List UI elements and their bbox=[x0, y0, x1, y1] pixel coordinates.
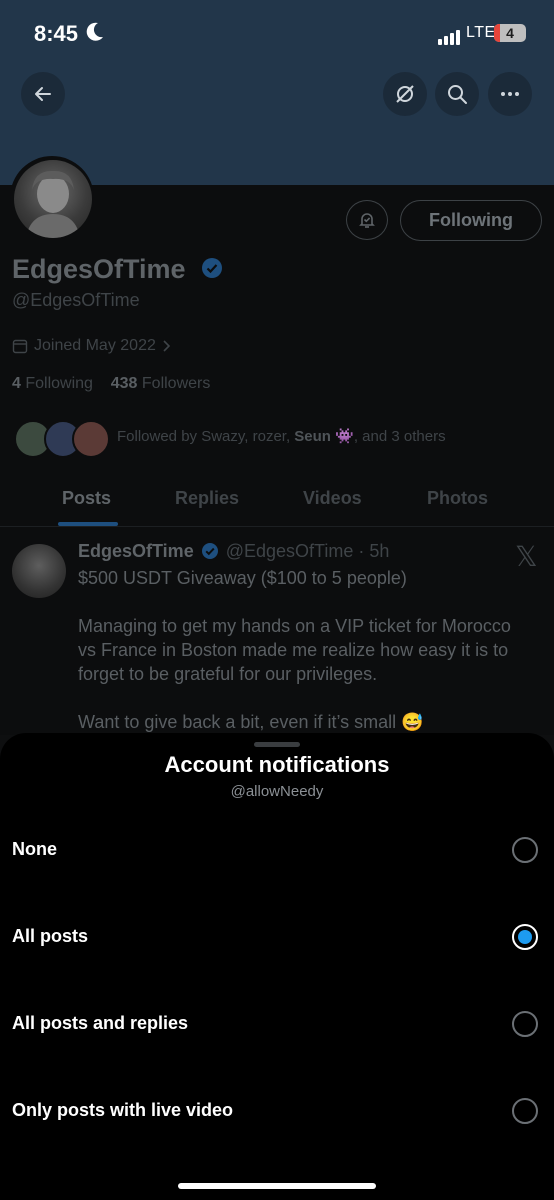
notifications-bell-button[interactable] bbox=[346, 200, 388, 240]
option-all-posts-radio[interactable] bbox=[512, 924, 538, 950]
profile-name: EdgesOfTime bbox=[12, 254, 186, 284]
option-none-radio[interactable] bbox=[512, 837, 538, 863]
following-count-link[interactable]: 4 Following bbox=[12, 375, 93, 392]
joined-date[interactable]: Joined May 2022 bbox=[12, 337, 172, 355]
chevron-right-icon bbox=[163, 340, 170, 352]
post-para-1-line-1: Managing to get my hands on a VIP ticket… bbox=[78, 616, 511, 636]
bell-check-icon bbox=[359, 213, 375, 228]
tab-photos[interactable]: Photos bbox=[427, 488, 488, 509]
post-author-name[interactable]: EdgesOfTime bbox=[78, 541, 194, 561]
post-para-1-line-2: vs France in Boston made me realize how … bbox=[78, 640, 509, 660]
following-button[interactable]: Following bbox=[400, 200, 542, 241]
status-time: 8:45 bbox=[34, 21, 79, 46]
verified-badge-icon bbox=[201, 543, 218, 559]
option-live-video-label[interactable]: Only posts with live video bbox=[12, 1100, 233, 1121]
signal-icon bbox=[438, 27, 462, 45]
back-arrow-icon bbox=[35, 87, 51, 101]
more-icon bbox=[501, 92, 519, 96]
tab-videos[interactable]: Videos bbox=[303, 488, 362, 509]
status-bar: 8:45 LTE 4 bbox=[0, 0, 554, 68]
option-all-posts-replies-label[interactable]: All posts and replies bbox=[12, 1013, 188, 1034]
followers-count-link[interactable]: 438 Followers bbox=[111, 375, 211, 392]
profile-tabs: Posts Replies Videos Photos bbox=[0, 474, 554, 527]
battery-icon: 4 bbox=[494, 24, 526, 42]
option-none-label[interactable]: None bbox=[12, 839, 57, 860]
tab-replies[interactable]: Replies bbox=[175, 488, 239, 509]
sheet-grabber[interactable] bbox=[254, 742, 300, 747]
sheet-subtitle: @allowNeedy bbox=[230, 783, 324, 800]
no-location-icon bbox=[396, 85, 414, 103]
follower-avatar bbox=[72, 420, 110, 458]
active-tab-indicator bbox=[58, 522, 118, 526]
post-handle-time: @EdgesOfTime · 5h bbox=[225, 541, 390, 561]
post-line-1: $500 USDT Giveaway ($100 to 5 people) bbox=[78, 568, 407, 588]
sheet-title: Account notifications bbox=[164, 752, 390, 777]
verified-badge-icon bbox=[202, 258, 222, 278]
option-all-posts-replies-radio[interactable] bbox=[512, 1011, 538, 1037]
followed-by-text[interactable]: Followed by Swazy, rozer, Seun 👾, and 3 … bbox=[117, 427, 446, 445]
back-button[interactable] bbox=[21, 72, 65, 116]
network-label: LTE bbox=[466, 24, 496, 41]
more-button[interactable] bbox=[488, 72, 532, 116]
post-avatar[interactable] bbox=[12, 544, 66, 598]
joined-label: Joined May 2022 bbox=[34, 337, 156, 354]
follow-counts: 4 Following 438 Followers bbox=[12, 375, 210, 393]
search-button[interactable] bbox=[435, 72, 479, 116]
home-indicator[interactable] bbox=[178, 1183, 376, 1189]
tab-posts[interactable]: Posts bbox=[62, 488, 111, 509]
location-button[interactable] bbox=[383, 72, 427, 116]
calendar-icon bbox=[12, 339, 28, 354]
moon-icon bbox=[86, 22, 103, 41]
notifications-sheet bbox=[0, 733, 554, 1200]
search-icon bbox=[448, 85, 467, 104]
profile-avatar[interactable] bbox=[14, 160, 92, 238]
option-live-video-radio[interactable] bbox=[512, 1098, 538, 1124]
profile-handle: @EdgesOfTime bbox=[12, 290, 140, 310]
post-para-2: Want to give back a bit, even if it’s sm… bbox=[78, 712, 424, 732]
post-header: EdgesOfTime @EdgesOfTime · 5h bbox=[78, 541, 389, 562]
post-para-1-line-3: forget to be grateful for our privileges… bbox=[78, 664, 378, 684]
option-all-posts-label[interactable]: All posts bbox=[12, 926, 88, 947]
